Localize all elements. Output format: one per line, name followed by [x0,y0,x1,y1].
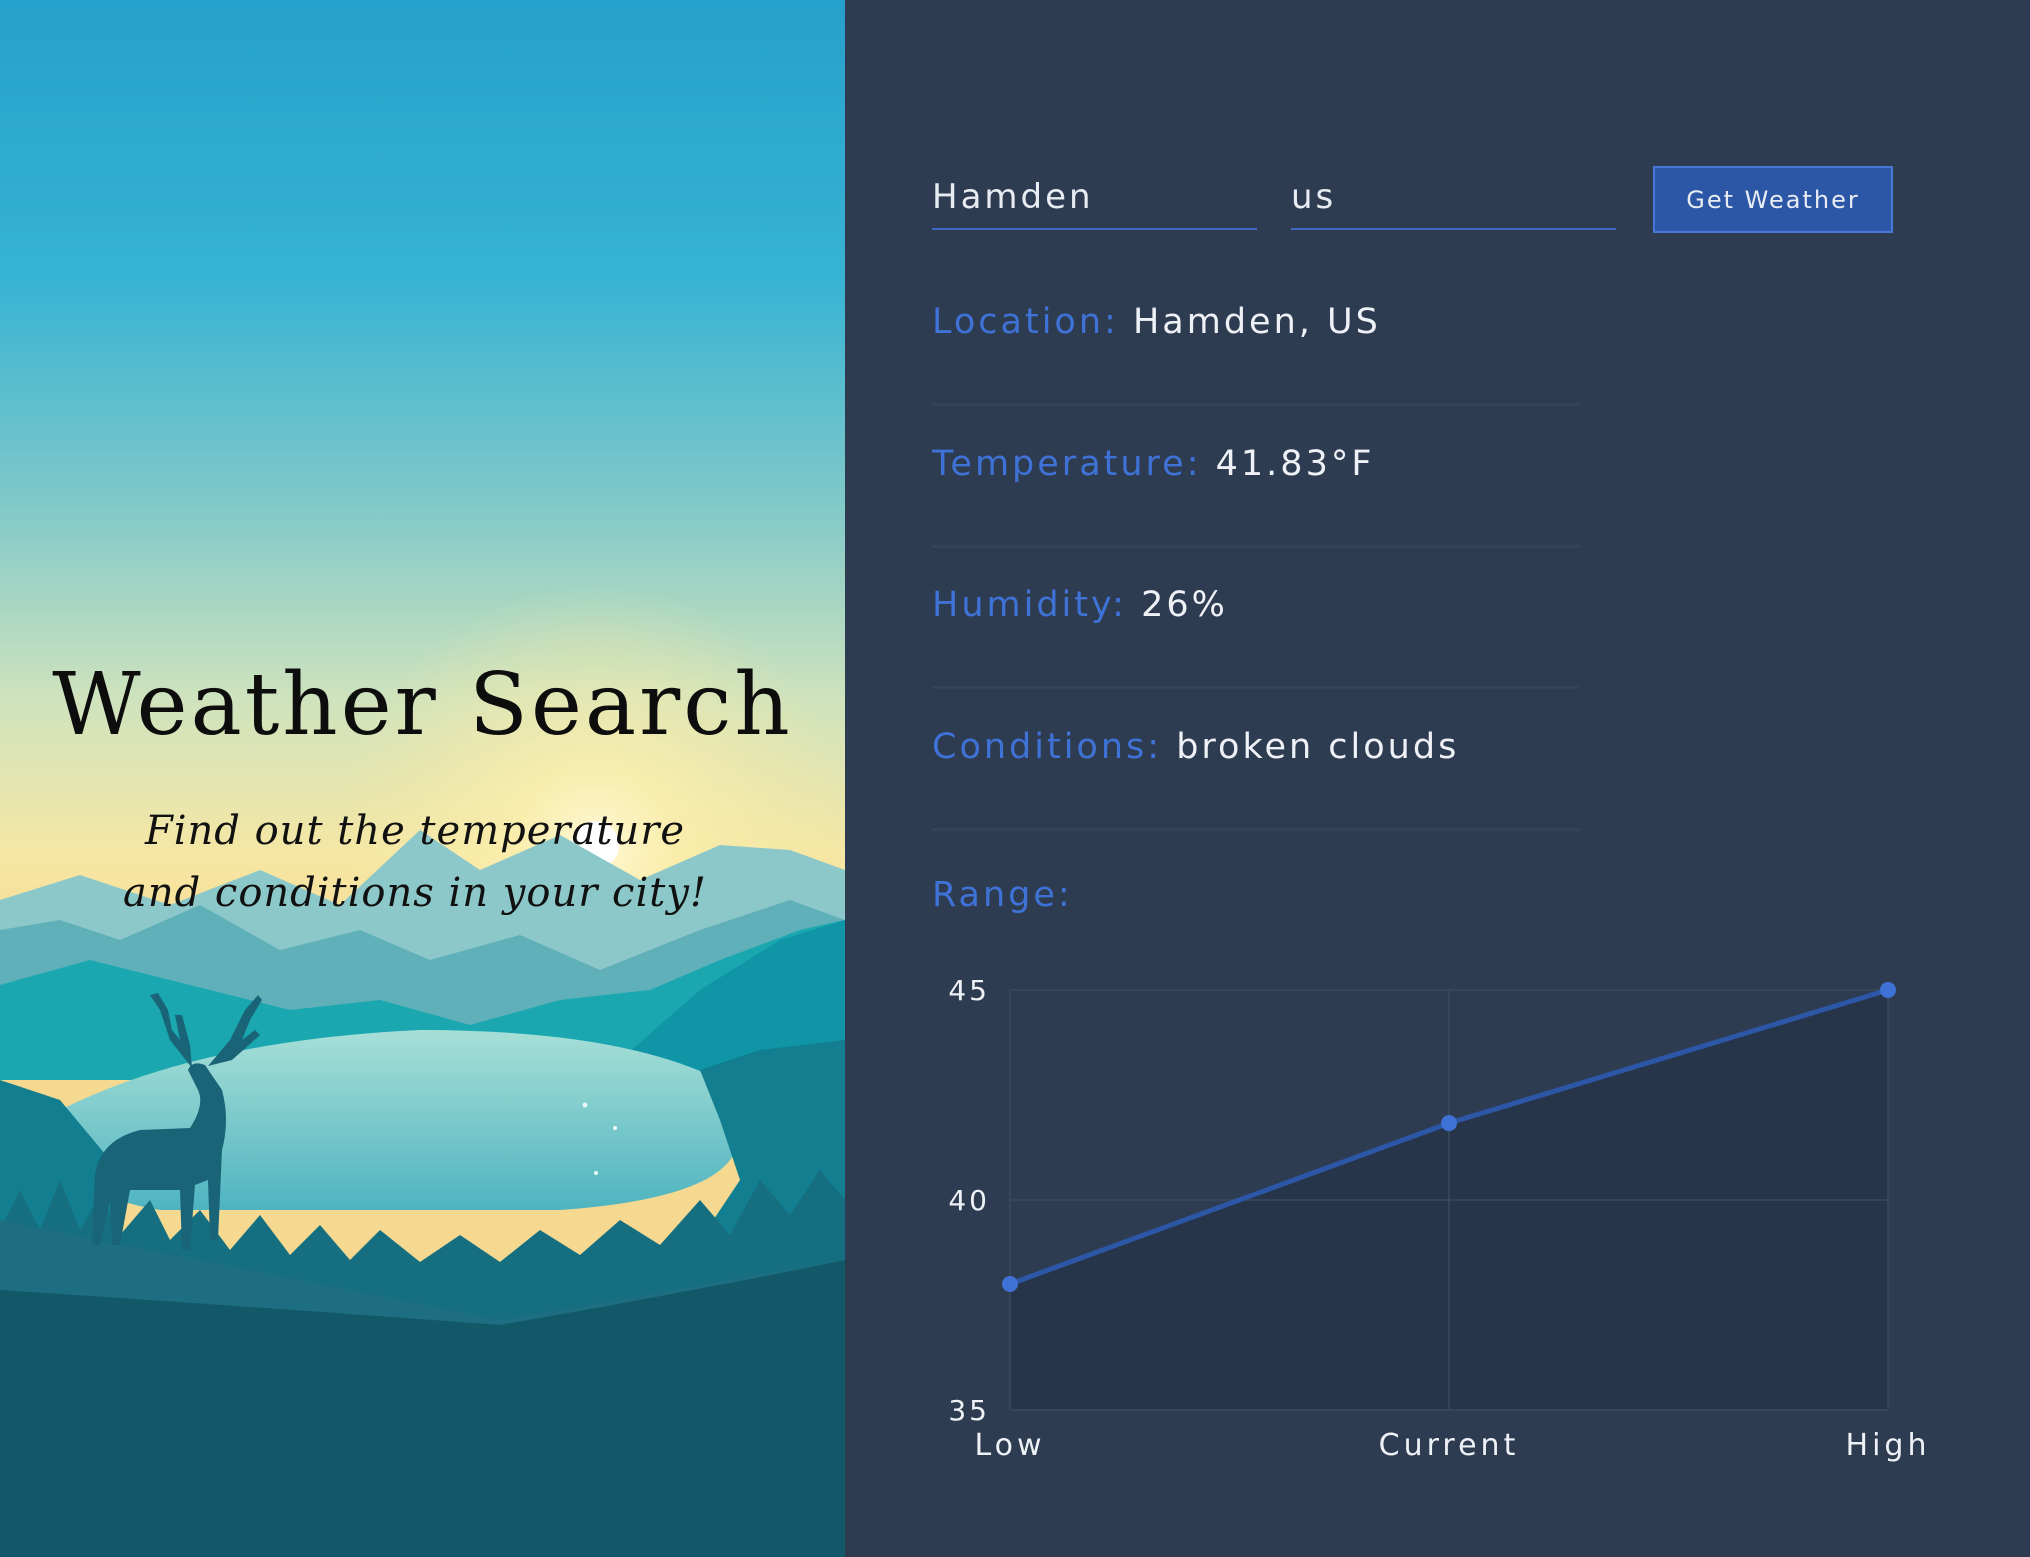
conditions-label: Conditions: [932,727,1163,767]
temperature-label: Temperature: [932,444,1202,484]
humidity-row: Humidity: 26% [932,547,1579,689]
x-tick-label: Low [974,1428,1045,1463]
city-input[interactable] [932,166,1257,230]
range-data-point [1002,1276,1018,1292]
range-data-point [1880,982,1896,998]
weather-panel: Get Weather Location: Hamden, US Tempera… [845,0,2030,1557]
y-tick-label: 35 [948,1394,990,1427]
temperature-value: 41.83°F [1215,444,1375,484]
x-tick-label: High [1846,1428,1931,1463]
subtitle-line-2: and conditions in your city! [122,870,707,916]
location-row: Location: Hamden, US [932,264,1579,406]
temperature-row: Temperature: 41.83°F [932,406,1579,548]
location-value: Hamden, US [1132,302,1381,342]
x-tick-label: Current [1379,1428,1520,1463]
landscape-illustration [0,0,845,1557]
range-chart: 35 40 45 Low Current High [948,974,1931,1463]
y-tick-label: 40 [948,1184,990,1217]
range-label: Range: [932,875,1073,915]
humidity-value: 26% [1141,585,1228,625]
hero-panel: Weather Search Find out the temperature … [0,0,845,1557]
app: Weather Search Find out the temperature … [0,0,2030,1557]
humidity-label: Humidity: [932,585,1127,625]
location-label: Location: [932,302,1119,342]
conditions-row: Conditions: broken clouds [932,689,1579,831]
page-title: Weather Search [52,655,793,755]
country-input[interactable] [1291,166,1616,230]
get-weather-button[interactable]: Get Weather [1653,166,1893,233]
conditions-value: broken clouds [1176,727,1460,767]
page-subtitle: Find out the temperature and conditions … [0,800,830,924]
subtitle-line-1: Find out the temperature [144,808,686,854]
y-tick-label: 45 [948,974,990,1007]
range-data-point [1441,1115,1457,1132]
